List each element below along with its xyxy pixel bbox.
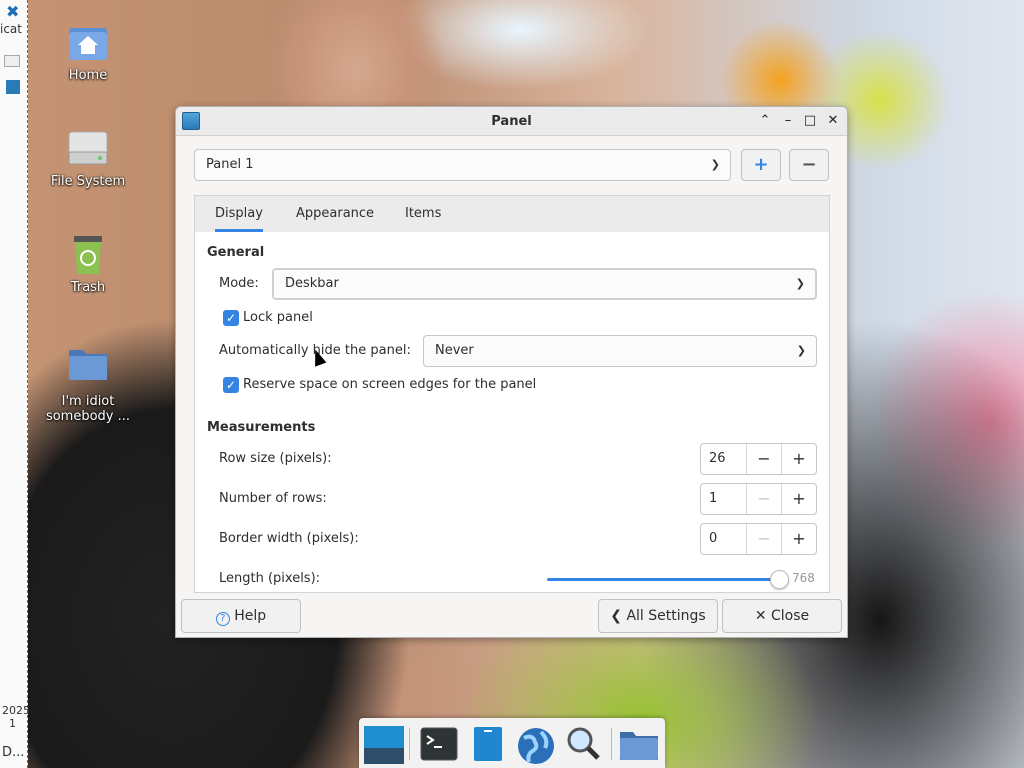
help-label: Help	[234, 608, 267, 624]
all-settings-button[interactable]: ❮ All Settings	[598, 599, 718, 633]
panel-select[interactable]: Panel 1 ❯	[194, 149, 731, 181]
panel-preferences-window: Panel ⌃ – □ ✕ Panel 1 ❯ + − Display Appe…	[175, 106, 848, 638]
maximize-button[interactable]: □	[800, 111, 820, 131]
folder-icon	[67, 342, 109, 384]
length-label: Length (pixels):	[219, 571, 321, 586]
desktop-icon-label: File System	[50, 174, 126, 189]
close-icon[interactable]: ✖	[6, 2, 19, 21]
close-label: Close	[771, 608, 810, 624]
close-window-button[interactable]: ✕	[823, 111, 843, 131]
tab-appearance[interactable]: Appearance	[296, 206, 374, 221]
close-button[interactable]: ✕ Close	[722, 599, 842, 633]
length-value: 768	[792, 571, 815, 585]
reserve-space-label[interactable]: Reserve space on screen edges for the pa…	[243, 377, 536, 392]
increment-button[interactable]: +	[781, 484, 816, 514]
minimize-button[interactable]: –	[778, 111, 798, 131]
lock-panel-label[interactable]: Lock panel	[243, 310, 313, 325]
decrement-button: −	[746, 484, 781, 514]
border-width-value[interactable]: 0	[709, 531, 717, 546]
reserve-space-checkbox[interactable]: ✓	[223, 377, 239, 393]
terminal-icon[interactable]	[420, 726, 458, 762]
desktop-icon-label: I'm idiot somebody ...	[45, 394, 131, 424]
desktop-icon-filesystem[interactable]: File System	[38, 128, 138, 189]
title-bar[interactable]: Panel ⌃ – □ ✕	[176, 107, 847, 136]
web-browser-icon[interactable]	[515, 726, 554, 764]
rows-label: Number of rows:	[219, 491, 327, 506]
chevron-down-icon: ❯	[710, 158, 720, 171]
decrement-button: −	[746, 524, 781, 554]
display-tab-pane: General Mode: Deskbar ❯ ✓ Lock panel Aut…	[194, 232, 830, 593]
close-icon: ✕	[754, 608, 767, 624]
trash-icon	[67, 234, 109, 276]
taskbar-separator	[409, 728, 410, 760]
remove-panel-button[interactable]: −	[789, 149, 829, 181]
increment-button[interactable]: +	[781, 524, 816, 554]
general-heading: General	[207, 245, 265, 260]
row-size-spinner[interactable]: 26 − +	[700, 443, 817, 475]
all-settings-label: All Settings	[626, 608, 706, 624]
desktop-icon-trash[interactable]: Trash	[38, 234, 138, 295]
taskbar	[359, 718, 665, 768]
search-icon[interactable]	[564, 726, 602, 762]
tab-display[interactable]: Display	[215, 206, 263, 232]
desktop-icon-folder[interactable]: I'm idiot somebody ...	[38, 342, 138, 424]
row-size-value[interactable]: 26	[709, 451, 726, 466]
help-button[interactable]: ? Help	[181, 599, 301, 633]
mode-value: Deskbar	[285, 276, 339, 291]
length-slider-track[interactable]	[547, 578, 781, 581]
strip-app-icon[interactable]	[6, 80, 20, 94]
strip-text: icat	[0, 22, 22, 36]
autohide-select[interactable]: Never ❯	[423, 335, 817, 367]
file-manager-icon[interactable]	[469, 726, 507, 762]
chevron-down-icon: ❯	[796, 344, 806, 357]
strip-bottom-text: D...	[2, 745, 25, 760]
border-width-label: Border width (pixels):	[219, 531, 359, 546]
chevron-left-icon: ❮	[610, 608, 623, 624]
help-icon: ?	[215, 612, 230, 626]
decrement-button[interactable]: −	[746, 444, 781, 474]
tab-bar: Display Appearance Items	[194, 195, 830, 232]
folder-icon[interactable]	[619, 726, 658, 762]
tab-items[interactable]: Items	[405, 206, 441, 221]
increment-button[interactable]: +	[781, 444, 816, 474]
show-desktop-icon[interactable]	[364, 726, 404, 764]
desktop-icon-label: Home	[68, 68, 108, 83]
lock-panel-checkbox[interactable]: ✓	[223, 310, 239, 326]
length-slider-handle[interactable]	[770, 570, 789, 589]
left-edge-strip: ✖ icat 2025 1 D...	[0, 0, 30, 768]
chevron-down-icon: ❯	[795, 277, 805, 290]
mode-select[interactable]: Deskbar ❯	[272, 268, 817, 300]
measurements-heading: Measurements	[207, 420, 316, 435]
add-panel-button[interactable]: +	[741, 149, 781, 181]
mode-label: Mode:	[219, 276, 259, 291]
strip-date: 2025 1	[2, 704, 30, 730]
border-width-spinner[interactable]: 0 − +	[700, 523, 817, 555]
rows-spinner[interactable]: 1 − +	[700, 483, 817, 515]
panel-select-value: Panel 1	[206, 157, 254, 172]
window-title: Panel	[491, 114, 532, 129]
strip-window-icon[interactable]	[4, 55, 20, 67]
shade-button[interactable]: ⌃	[755, 111, 775, 131]
rows-value[interactable]: 1	[709, 491, 717, 506]
drive-icon	[67, 128, 109, 170]
desktop-icon-home[interactable]: Home	[38, 22, 138, 83]
taskbar-separator	[611, 728, 612, 760]
home-folder-icon	[67, 22, 109, 64]
desktop-icon-label: Trash	[70, 280, 106, 295]
row-size-label: Row size (pixels):	[219, 451, 332, 466]
autohide-value: Never	[435, 343, 474, 358]
